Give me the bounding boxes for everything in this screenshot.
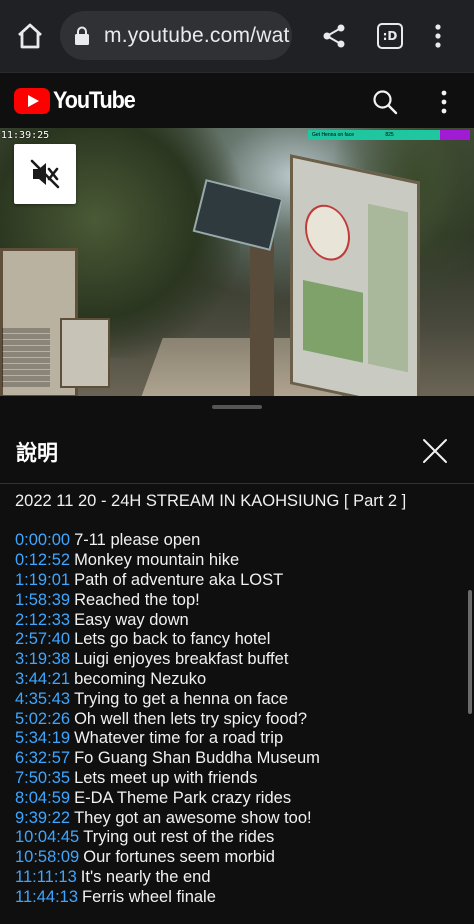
chapter-title: becoming Nezuko — [74, 669, 207, 688]
chapter-item: 7:50:35 Lets meet up with friends — [15, 769, 320, 789]
chapter-title: It's nearly the end — [80, 867, 211, 886]
home-icon[interactable] — [14, 20, 46, 52]
chapter-timestamp-link[interactable]: 11:44:13 — [15, 888, 78, 907]
video-description-headline: 2022 11 20 - 24H STREAM IN KAOHSIUNG [ P… — [15, 492, 407, 510]
more-vert-icon[interactable] — [428, 22, 448, 50]
video-scene-info-board — [290, 154, 420, 396]
chapter-item: 3:19:38 Luigi enjoyes breakfast buffet — [15, 650, 320, 670]
chapter-timestamp-link[interactable]: 5:02:26 — [15, 710, 70, 729]
share-icon[interactable] — [320, 22, 348, 50]
chapter-item: 0:12:52 Monkey mountain hike — [15, 551, 320, 571]
chapter-timestamp-link[interactable]: 10:58:09 — [15, 848, 79, 867]
scrollbar[interactable] — [468, 590, 472, 714]
youtube-logo[interactable]: YouTube — [14, 87, 144, 115]
chapter-timestamp-link[interactable]: 0:12:52 — [15, 551, 70, 570]
chapter-title: Monkey mountain hike — [74, 551, 240, 570]
youtube-play-icon — [14, 88, 50, 114]
chapter-item: 10:04:45 Trying out rest of the rides — [15, 828, 320, 848]
chapter-timestamp-link[interactable]: 11:11:13 — [15, 868, 77, 887]
chapter-item: 9:39:22 They got an awesome show too! — [15, 808, 320, 828]
stream-chat-overlay — [2, 328, 50, 394]
chapter-timestamp-link[interactable]: 4:35:43 — [15, 690, 70, 709]
chapter-item: 11:11:13 It's nearly the end — [15, 868, 320, 888]
lock-icon — [75, 26, 89, 45]
chapter-title: Path of adventure aka LOST — [74, 570, 284, 589]
goal-amount: 825 — [385, 132, 394, 138]
chapter-title: Luigi enjoyes breakfast buffet — [74, 650, 289, 669]
volume-off-icon — [30, 159, 60, 189]
chapter-title: Trying out rest of the rides — [83, 828, 275, 847]
chapter-timestamp-link[interactable]: 1:19:01 — [15, 571, 70, 590]
chapter-title: Easy way down — [74, 610, 189, 629]
chapter-item: 5:34:19 Whatever time for a road trip — [15, 729, 320, 749]
chapter-title: Whatever time for a road trip — [74, 729, 284, 748]
chapter-title: Fo Guang Shan Buddha Museum — [74, 749, 320, 768]
chapter-title: Oh well then lets try spicy food? — [74, 709, 308, 728]
chapter-title: 7-11 please open — [74, 531, 201, 550]
chapter-item: 4:35:43 Trying to get a henna on face — [15, 689, 320, 709]
chapter-timestamp-link[interactable]: 0:00:00 — [15, 531, 70, 550]
description-header: 說明 — [0, 418, 474, 484]
chapter-list: 0:00:00 7-11 please open 0:12:52 Monkey mou… — [15, 531, 320, 907]
url-text: m.youtube.com/wat — [104, 23, 290, 47]
address-bar[interactable]: m.youtube.com/wat — [60, 11, 292, 60]
youtube-header: YouTube — [0, 72, 474, 128]
video-player[interactable]: 11:39:25 Get Henna on face 825 — [0, 128, 474, 396]
chapter-item: 2:57:40 Lets go back to fancy hotel — [15, 630, 320, 650]
chapter-item: 3:44:21 becoming Nezuko — [15, 670, 320, 690]
panel-drag-handle[interactable] — [212, 405, 262, 409]
chapter-item: 8:04:59 E-DA Theme Park crazy rides — [15, 788, 320, 808]
chapter-item: 11:44:13 Ferris wheel finale — [15, 887, 320, 907]
chapter-timestamp-link[interactable]: 1:58:39 — [15, 591, 70, 610]
chapter-timestamp-link[interactable]: 2:12:33 — [15, 611, 70, 630]
logo-text: YouTube — [53, 87, 136, 114]
chapter-timestamp-link[interactable]: 2:57:40 — [15, 630, 70, 649]
video-scene-signpost — [250, 228, 274, 396]
chapter-timestamp-link[interactable]: 3:44:21 — [15, 670, 70, 689]
chapter-timestamp-link[interactable]: 3:19:38 — [15, 650, 70, 669]
chapter-title: Reached the top! — [74, 590, 200, 609]
unmute-button[interactable] — [14, 144, 76, 204]
description-title: 說明 — [16, 441, 58, 465]
stream-goal-bar: Get Henna on face 825 — [308, 130, 470, 140]
tabs-button[interactable]: :D — [377, 23, 403, 49]
chapter-item: 6:32:57 Fo Guang Shan Buddha Museum — [15, 749, 320, 769]
chapter-timestamp-link[interactable]: 8:04:59 — [15, 789, 70, 808]
close-icon[interactable] — [420, 436, 450, 466]
chapter-item: 1:19:01 Path of adventure aka LOST — [15, 571, 320, 591]
chapter-item: 10:58:09 Our fortunes seem morbid — [15, 848, 320, 868]
search-icon[interactable] — [372, 89, 398, 115]
chapter-title: They got an awesome show too! — [74, 808, 312, 827]
stream-clock: 11:39:25 — [1, 130, 50, 141]
chapter-timestamp-link[interactable]: 5:34:19 — [15, 729, 70, 748]
chapter-title: Our fortunes seem morbid — [83, 848, 275, 867]
chapter-title: Trying to get a henna on face — [74, 689, 289, 708]
video-scene-small-board — [60, 318, 110, 388]
chapter-title: Lets go back to fancy hotel — [74, 630, 271, 649]
chapter-title: Ferris wheel finale — [82, 887, 216, 906]
chapter-timestamp-link[interactable]: 9:39:22 — [15, 809, 70, 828]
chapter-timestamp-link[interactable]: 10:04:45 — [15, 828, 79, 847]
chapter-item: 0:00:00 7-11 please open — [15, 531, 320, 551]
chapter-timestamp-link[interactable]: 6:32:57 — [15, 749, 70, 768]
chapter-item: 2:12:33 Easy way down — [15, 610, 320, 630]
browser-toolbar: m.youtube.com/wat :D — [0, 0, 474, 72]
chapter-title: Lets meet up with friends — [74, 768, 258, 787]
chapter-title: E-DA Theme Park crazy rides — [74, 788, 292, 807]
chapter-timestamp-link[interactable]: 7:50:35 — [15, 769, 70, 788]
more-vert-icon[interactable] — [434, 89, 454, 115]
goal-text: Get Henna on face — [312, 132, 354, 138]
chapter-item: 1:58:39 Reached the top! — [15, 590, 320, 610]
chapter-item: 5:02:26 Oh well then lets try spicy food? — [15, 709, 320, 729]
description-body: 2022 11 20 - 24H STREAM IN KAOHSIUNG [ P… — [0, 485, 474, 924]
